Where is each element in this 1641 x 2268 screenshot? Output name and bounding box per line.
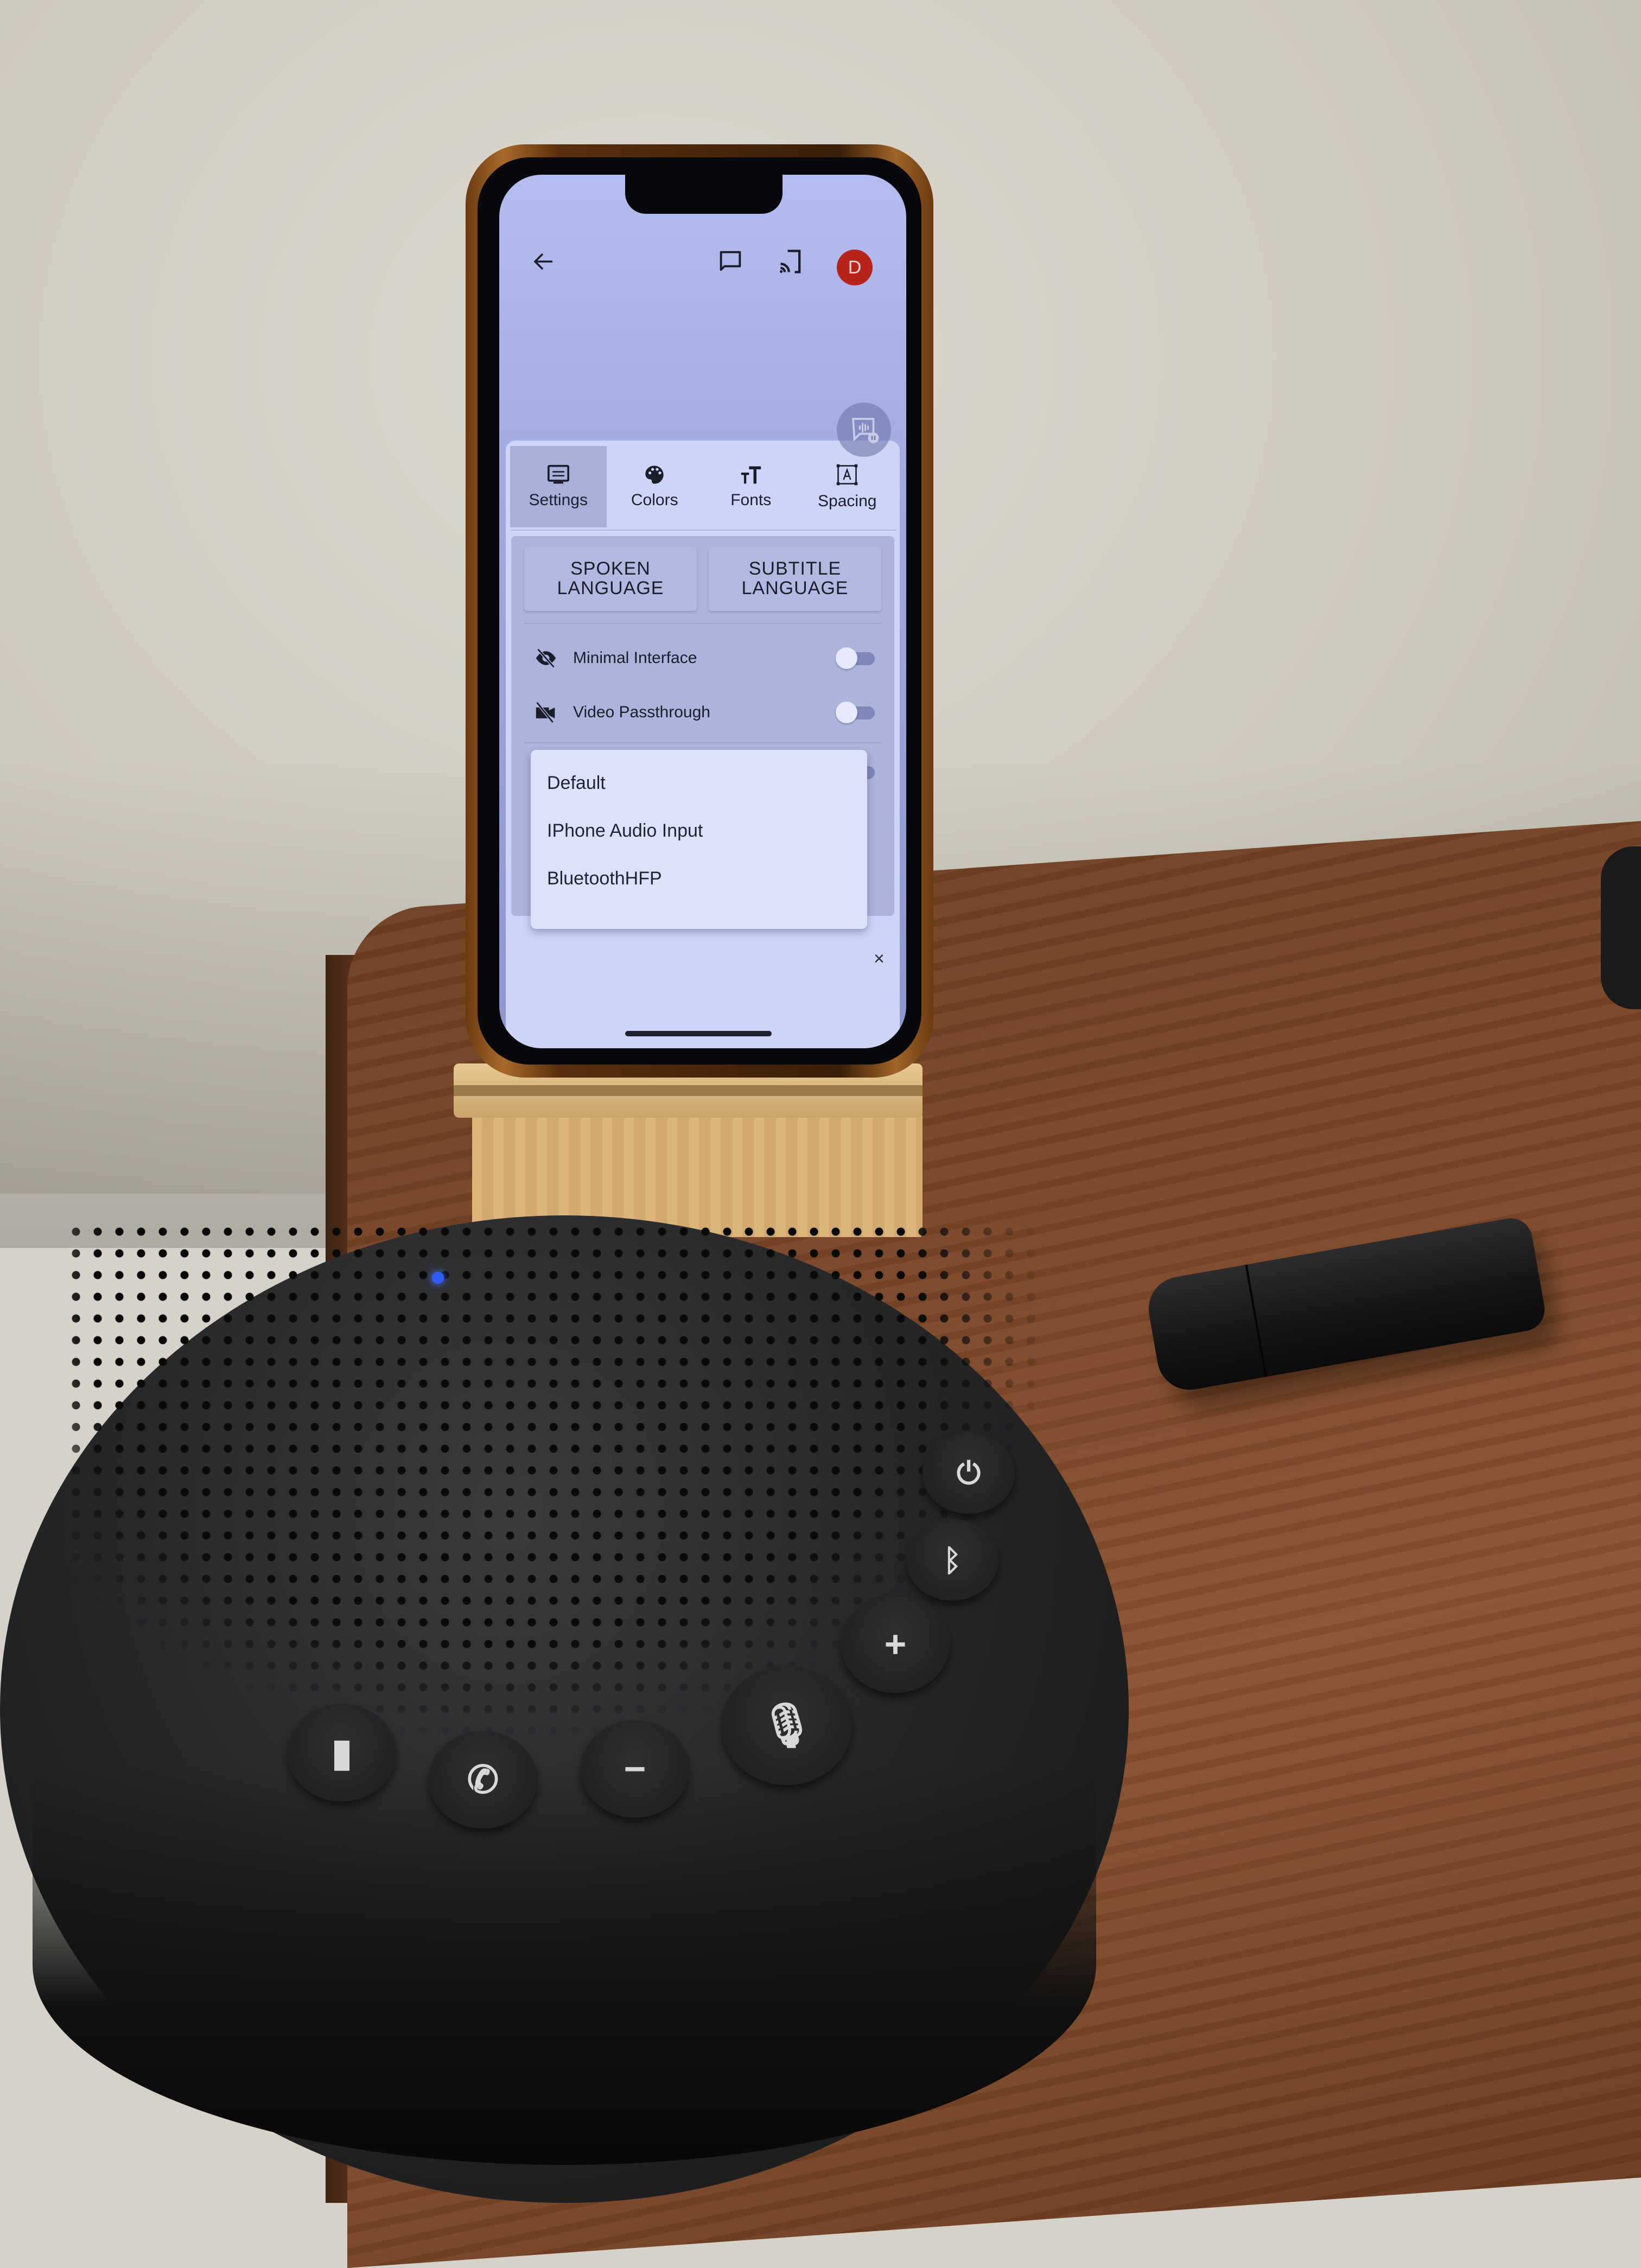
captions-button[interactable] bbox=[714, 245, 747, 278]
speaker-rim bbox=[33, 1763, 1096, 2165]
speaker-volume-down-button[interactable]: − bbox=[581, 1720, 689, 1818]
video-passthrough-row: Video Passthrough bbox=[530, 693, 877, 731]
subtitle-language-button[interactable]: SUBTITLE LANGUAGE bbox=[709, 547, 881, 611]
text-size-icon bbox=[741, 466, 761, 484]
dongle-seam bbox=[1245, 1264, 1267, 1377]
partial-object-right bbox=[1601, 846, 1641, 1009]
video-passthrough-toggle[interactable] bbox=[836, 702, 877, 723]
home-indicator[interactable] bbox=[625, 1031, 772, 1036]
speech-waveform-paused-icon bbox=[851, 418, 879, 443]
chat-bubble-icon bbox=[720, 251, 741, 271]
cast-icon bbox=[779, 250, 801, 273]
battery-icon: ▮ bbox=[331, 1731, 353, 1774]
minimal-interface-label: Minimal Interface bbox=[573, 649, 697, 667]
audio-option-bluetooth-hfp[interactable]: BluetoothHFP bbox=[547, 868, 662, 889]
user-avatar[interactable]: D bbox=[837, 250, 873, 285]
minimal-interface-toggle[interactable] bbox=[836, 647, 877, 669]
palette-icon bbox=[645, 466, 664, 484]
speaker-power-button[interactable]: ⏻ bbox=[923, 1432, 1015, 1514]
tab-fonts[interactable]: Fonts bbox=[703, 446, 799, 527]
cast-button[interactable] bbox=[775, 245, 807, 278]
audio-option-default[interactable]: Default bbox=[547, 773, 606, 794]
divider bbox=[524, 623, 881, 624]
plus-icon: + bbox=[884, 1623, 907, 1665]
tabs-divider bbox=[511, 530, 896, 531]
status-led bbox=[432, 1272, 444, 1284]
eye-off-icon bbox=[530, 645, 562, 672]
divider bbox=[524, 742, 881, 743]
audio-source-dropdown: Default IPhone Audio Input BluetoothHFP bbox=[531, 750, 867, 929]
microphone-icon: 🎙 bbox=[759, 1701, 815, 1749]
language-buttons: SPOKEN LANGUAGE SUBTITLE LANGUAGE bbox=[524, 547, 881, 611]
tab-fonts-label: Fonts bbox=[730, 491, 772, 509]
back-button[interactable] bbox=[527, 245, 560, 278]
tab-spacing-label: Spacing bbox=[818, 492, 877, 510]
arrow-left-icon bbox=[533, 253, 552, 270]
speaker-call-button[interactable]: ✆ bbox=[429, 1731, 537, 1829]
text-box-spacing-icon bbox=[837, 464, 858, 486]
speaker-battery-button[interactable]: ▮ bbox=[288, 1704, 396, 1801]
minimal-interface-row: Minimal Interface bbox=[530, 639, 877, 677]
bamboo-stand-slot bbox=[454, 1085, 923, 1096]
tab-settings-label: Settings bbox=[529, 491, 588, 509]
phone-icon: ✆ bbox=[467, 1759, 499, 1801]
bluetooth-icon: ᛒ bbox=[943, 1543, 962, 1577]
toggle-thumb bbox=[836, 702, 857, 723]
spoken-language-button[interactable]: SPOKEN LANGUAGE bbox=[524, 547, 697, 611]
avatar-letter: D bbox=[848, 257, 862, 278]
speaker-mute-button[interactable]: 🎙 bbox=[722, 1666, 852, 1785]
close-button[interactable]: × bbox=[874, 948, 885, 970]
toggle-thumb bbox=[836, 647, 857, 669]
tab-spacing[interactable]: Spacing bbox=[799, 446, 896, 527]
videocam-off-icon bbox=[530, 699, 562, 726]
phone-screen: D Settings Colors Fonts Spacing SPOKEN L… bbox=[499, 175, 906, 1048]
power-icon: ⏻ bbox=[956, 1455, 981, 1490]
video-passthrough-label: Video Passthrough bbox=[573, 703, 710, 721]
phone-notch bbox=[625, 175, 783, 214]
tab-colors-label: Colors bbox=[631, 491, 678, 509]
settings-sliders-icon bbox=[547, 464, 569, 484]
transcription-pause-button[interactable] bbox=[837, 403, 891, 457]
tab-colors[interactable]: Colors bbox=[607, 446, 703, 527]
subtitle-settings-panel: Settings Colors Fonts Spacing SPOKEN LAN… bbox=[506, 441, 900, 1048]
speaker-bluetooth-button[interactable]: ᛒ bbox=[906, 1519, 998, 1601]
speaker-volume-up-button[interactable]: + bbox=[841, 1595, 950, 1693]
audio-option-iphone[interactable]: IPhone Audio Input bbox=[547, 820, 703, 842]
minus-icon: − bbox=[624, 1748, 646, 1790]
tab-settings[interactable]: Settings bbox=[510, 446, 607, 527]
settings-tabs: Settings Colors Fonts Spacing bbox=[510, 446, 895, 527]
